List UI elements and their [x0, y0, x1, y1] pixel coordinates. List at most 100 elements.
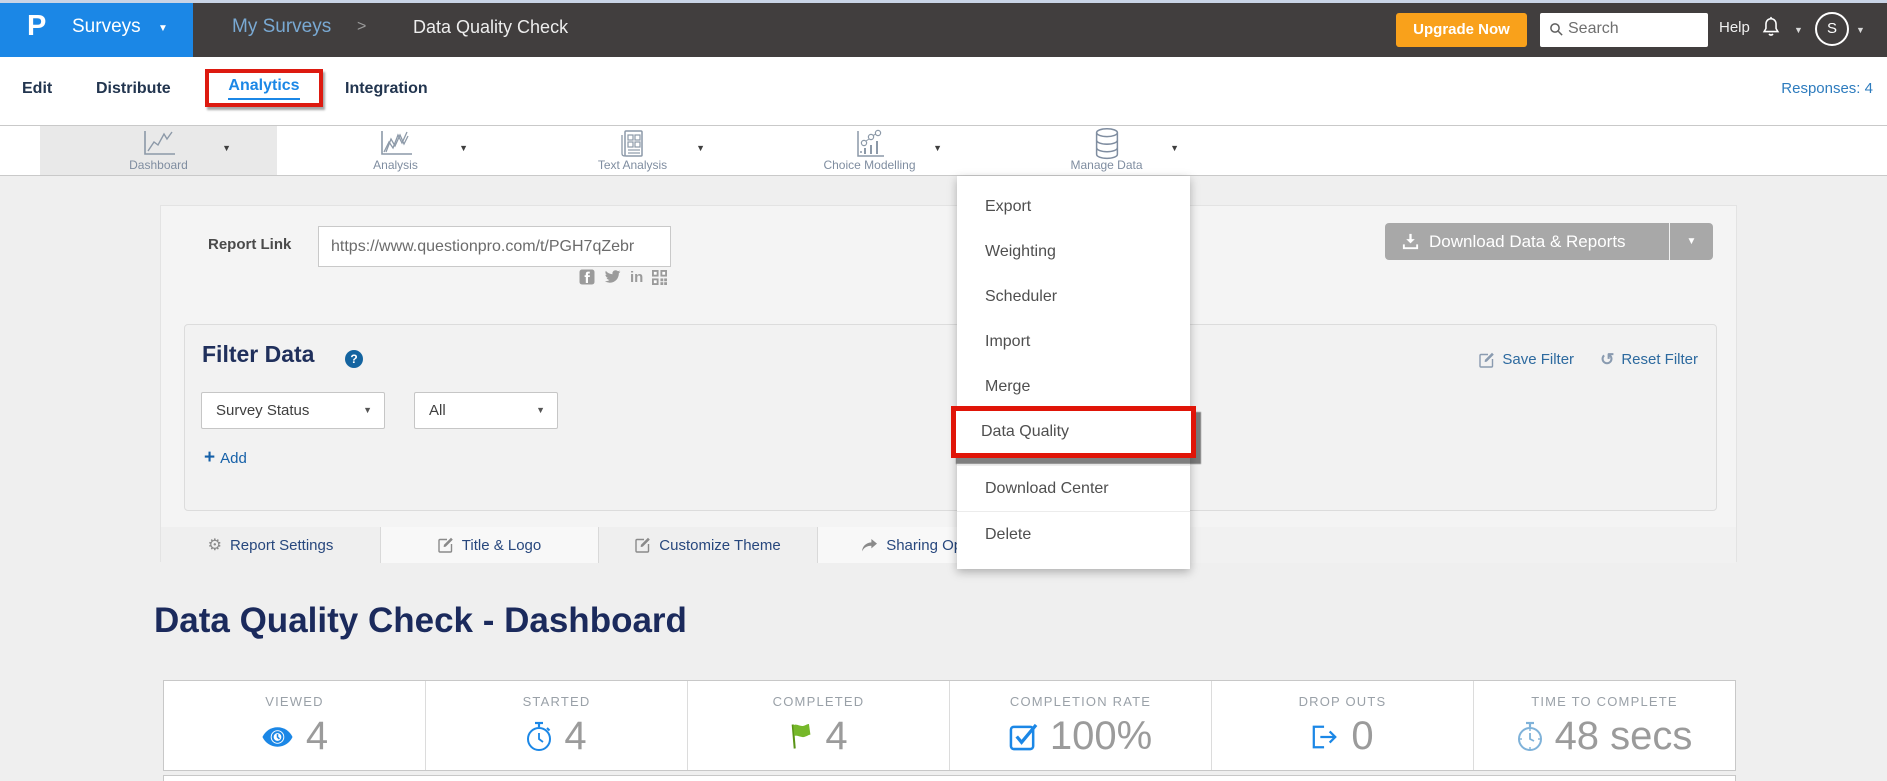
area-chart-icon [378, 129, 414, 157]
reset-filter-label: Reset Filter [1621, 351, 1698, 368]
timer-icon [1517, 721, 1543, 752]
menu-item-export[interactable]: Export [957, 184, 1190, 229]
report-settings-button[interactable]: ⚙ Report Settings [161, 527, 381, 563]
download-data-reports-button[interactable]: Download Data & Reports ▼ [1385, 223, 1713, 260]
report-panel: Report Link in Download Data & Reports [160, 205, 1737, 562]
database-icon [1092, 127, 1122, 161]
gear-icon: ⚙ [208, 535, 222, 555]
edit-icon [635, 537, 651, 553]
toolbar-item-analysis[interactable]: ▼ Analysis [277, 126, 514, 175]
top-header: P Surveys ▼ My Surveys > Data Quality Ch… [0, 0, 1887, 57]
toolbar-item-label: Text Analysis [514, 158, 751, 172]
stat-label: VIEWED [164, 694, 425, 709]
toolbar-item-label: Analysis [277, 158, 514, 172]
product-switcher[interactable]: Surveys [72, 16, 141, 38]
tab-integration[interactable]: Integration [345, 57, 428, 125]
menu-item-data-quality[interactable]: Data Quality [981, 411, 1191, 453]
filter-value-dropdown[interactable]: All ▼ [414, 392, 558, 429]
qr-code-icon[interactable] [652, 270, 667, 285]
tab-distribute[interactable]: Distribute [96, 57, 171, 125]
chevron-down-icon[interactable]: ▼ [222, 143, 231, 153]
stat-value: 0 [1351, 714, 1373, 759]
menu-item-delete[interactable]: Delete [957, 512, 1190, 557]
toolbar-item-choice-modelling[interactable]: ▼ Choice Modelling [751, 126, 988, 175]
facebook-icon[interactable] [579, 269, 595, 285]
add-label: Add [220, 450, 247, 467]
chevron-down-icon[interactable]: ▼ [1856, 25, 1865, 35]
responses-count: Responses: 4 [1781, 57, 1873, 125]
scatter-chart-icon [853, 129, 887, 159]
title-logo-label: Title & Logo [462, 537, 542, 554]
stat-started: STARTED 4 [426, 681, 688, 770]
download-options-caret[interactable]: ▼ [1669, 223, 1713, 260]
chevron-down-icon[interactable]: ▼ [158, 23, 168, 34]
menu-item-weighting[interactable]: Weighting [957, 229, 1190, 274]
stat-label: TIME TO COMPLETE [1474, 694, 1735, 709]
upgrade-now-button[interactable]: Upgrade Now [1396, 13, 1527, 47]
filter-value-value: All [429, 402, 446, 419]
chevron-down-icon[interactable]: ▼ [696, 143, 705, 153]
filter-field-value: Survey Status [216, 402, 309, 419]
tab-edit[interactable]: Edit [22, 57, 52, 125]
save-filter-button[interactable]: Save Filter [1479, 351, 1574, 368]
toolbar-item-manage-data[interactable]: ▼ Manage Data [988, 126, 1225, 175]
manage-data-menu: Export Weighting Scheduler Import Merge … [957, 176, 1190, 569]
twitter-icon[interactable] [604, 270, 621, 284]
line-chart-icon [141, 129, 177, 157]
breadcrumb-current: Data Quality Check [413, 17, 568, 38]
analytics-highlight-box: Analytics [205, 69, 323, 107]
share-icon [861, 538, 878, 553]
menu-item-scheduler[interactable]: Scheduler [957, 274, 1190, 319]
menu-item-import[interactable]: Import [957, 319, 1190, 364]
download-button-label: Download Data & Reports [1429, 223, 1626, 260]
toolbar-item-text-analysis[interactable]: ▼ Text Analysis [514, 126, 751, 175]
next-panel-edge [163, 775, 1736, 781]
filter-data-title: Filter Data [202, 341, 314, 368]
stats-row: VIEWED 4 STARTED 4 COMPLETED [163, 680, 1736, 771]
reset-filter-button[interactable]: ↺ Reset Filter [1600, 351, 1698, 368]
download-icon [1401, 232, 1420, 251]
linkedin-icon[interactable]: in [630, 270, 643, 285]
chevron-down-icon[interactable]: ▼ [1794, 25, 1803, 35]
help-link[interactable]: Help [1719, 19, 1750, 36]
analytics-toolbar: ▼ Dashboard ▼ Analysis ▼ Text Analysis [0, 125, 1887, 176]
data-quality-highlight-box: Data Quality [951, 406, 1196, 458]
chevron-down-icon[interactable]: ▼ [459, 143, 468, 153]
toolbar-item-label: Dashboard [40, 158, 277, 172]
stat-drop-outs: DROP OUTS 0 [1212, 681, 1474, 770]
help-circle-icon[interactable]: ? [345, 350, 363, 368]
undo-icon: ↺ [1600, 352, 1614, 367]
chevron-down-icon: ▼ [536, 393, 545, 428]
save-filter-label: Save Filter [1502, 351, 1574, 368]
stat-value: 4 [564, 714, 586, 759]
survey-tab-bar: Edit Distribute Analytics Integration Re… [0, 57, 1887, 125]
stat-label: DROP OUTS [1212, 694, 1473, 709]
avatar[interactable]: S [1815, 12, 1849, 46]
report-action-bar: ⚙ Report Settings Title & Logo Customize… [161, 527, 1736, 563]
customize-theme-label: Customize Theme [659, 537, 780, 554]
filter-field-dropdown[interactable]: Survey Status ▼ [201, 392, 385, 429]
logo-box[interactable]: P Surveys ▼ [0, 0, 193, 57]
title-logo-button[interactable]: Title & Logo [381, 527, 599, 563]
menu-item-merge[interactable]: Merge [957, 364, 1190, 409]
plus-icon: + [204, 447, 215, 469]
search-input[interactable] [1568, 14, 1700, 44]
chevron-down-icon[interactable]: ▼ [933, 143, 942, 153]
report-link-input[interactable] [318, 226, 671, 267]
toolbar-item-dashboard[interactable]: ▼ Dashboard [40, 126, 277, 175]
stat-completed: COMPLETED 4 [688, 681, 950, 770]
customize-theme-button[interactable]: Customize Theme [599, 527, 818, 563]
stat-label: COMPLETION RATE [950, 694, 1211, 709]
search-box[interactable] [1540, 13, 1708, 47]
breadcrumb-my-surveys[interactable]: My Surveys [232, 16, 331, 38]
menu-item-download-center[interactable]: Download Center [957, 466, 1190, 511]
tab-analytics[interactable]: Analytics [228, 76, 299, 100]
notifications-bell-icon[interactable] [1760, 14, 1782, 45]
stat-viewed: VIEWED 4 [164, 681, 426, 770]
add-filter-button[interactable]: + Add [204, 447, 247, 469]
chevron-down-icon[interactable]: ▼ [1170, 143, 1179, 153]
drop-out-icon [1311, 724, 1339, 750]
stat-value: 100% [1050, 714, 1152, 759]
report-icon [619, 129, 647, 159]
stat-completion-rate: COMPLETION RATE 100% [950, 681, 1212, 770]
